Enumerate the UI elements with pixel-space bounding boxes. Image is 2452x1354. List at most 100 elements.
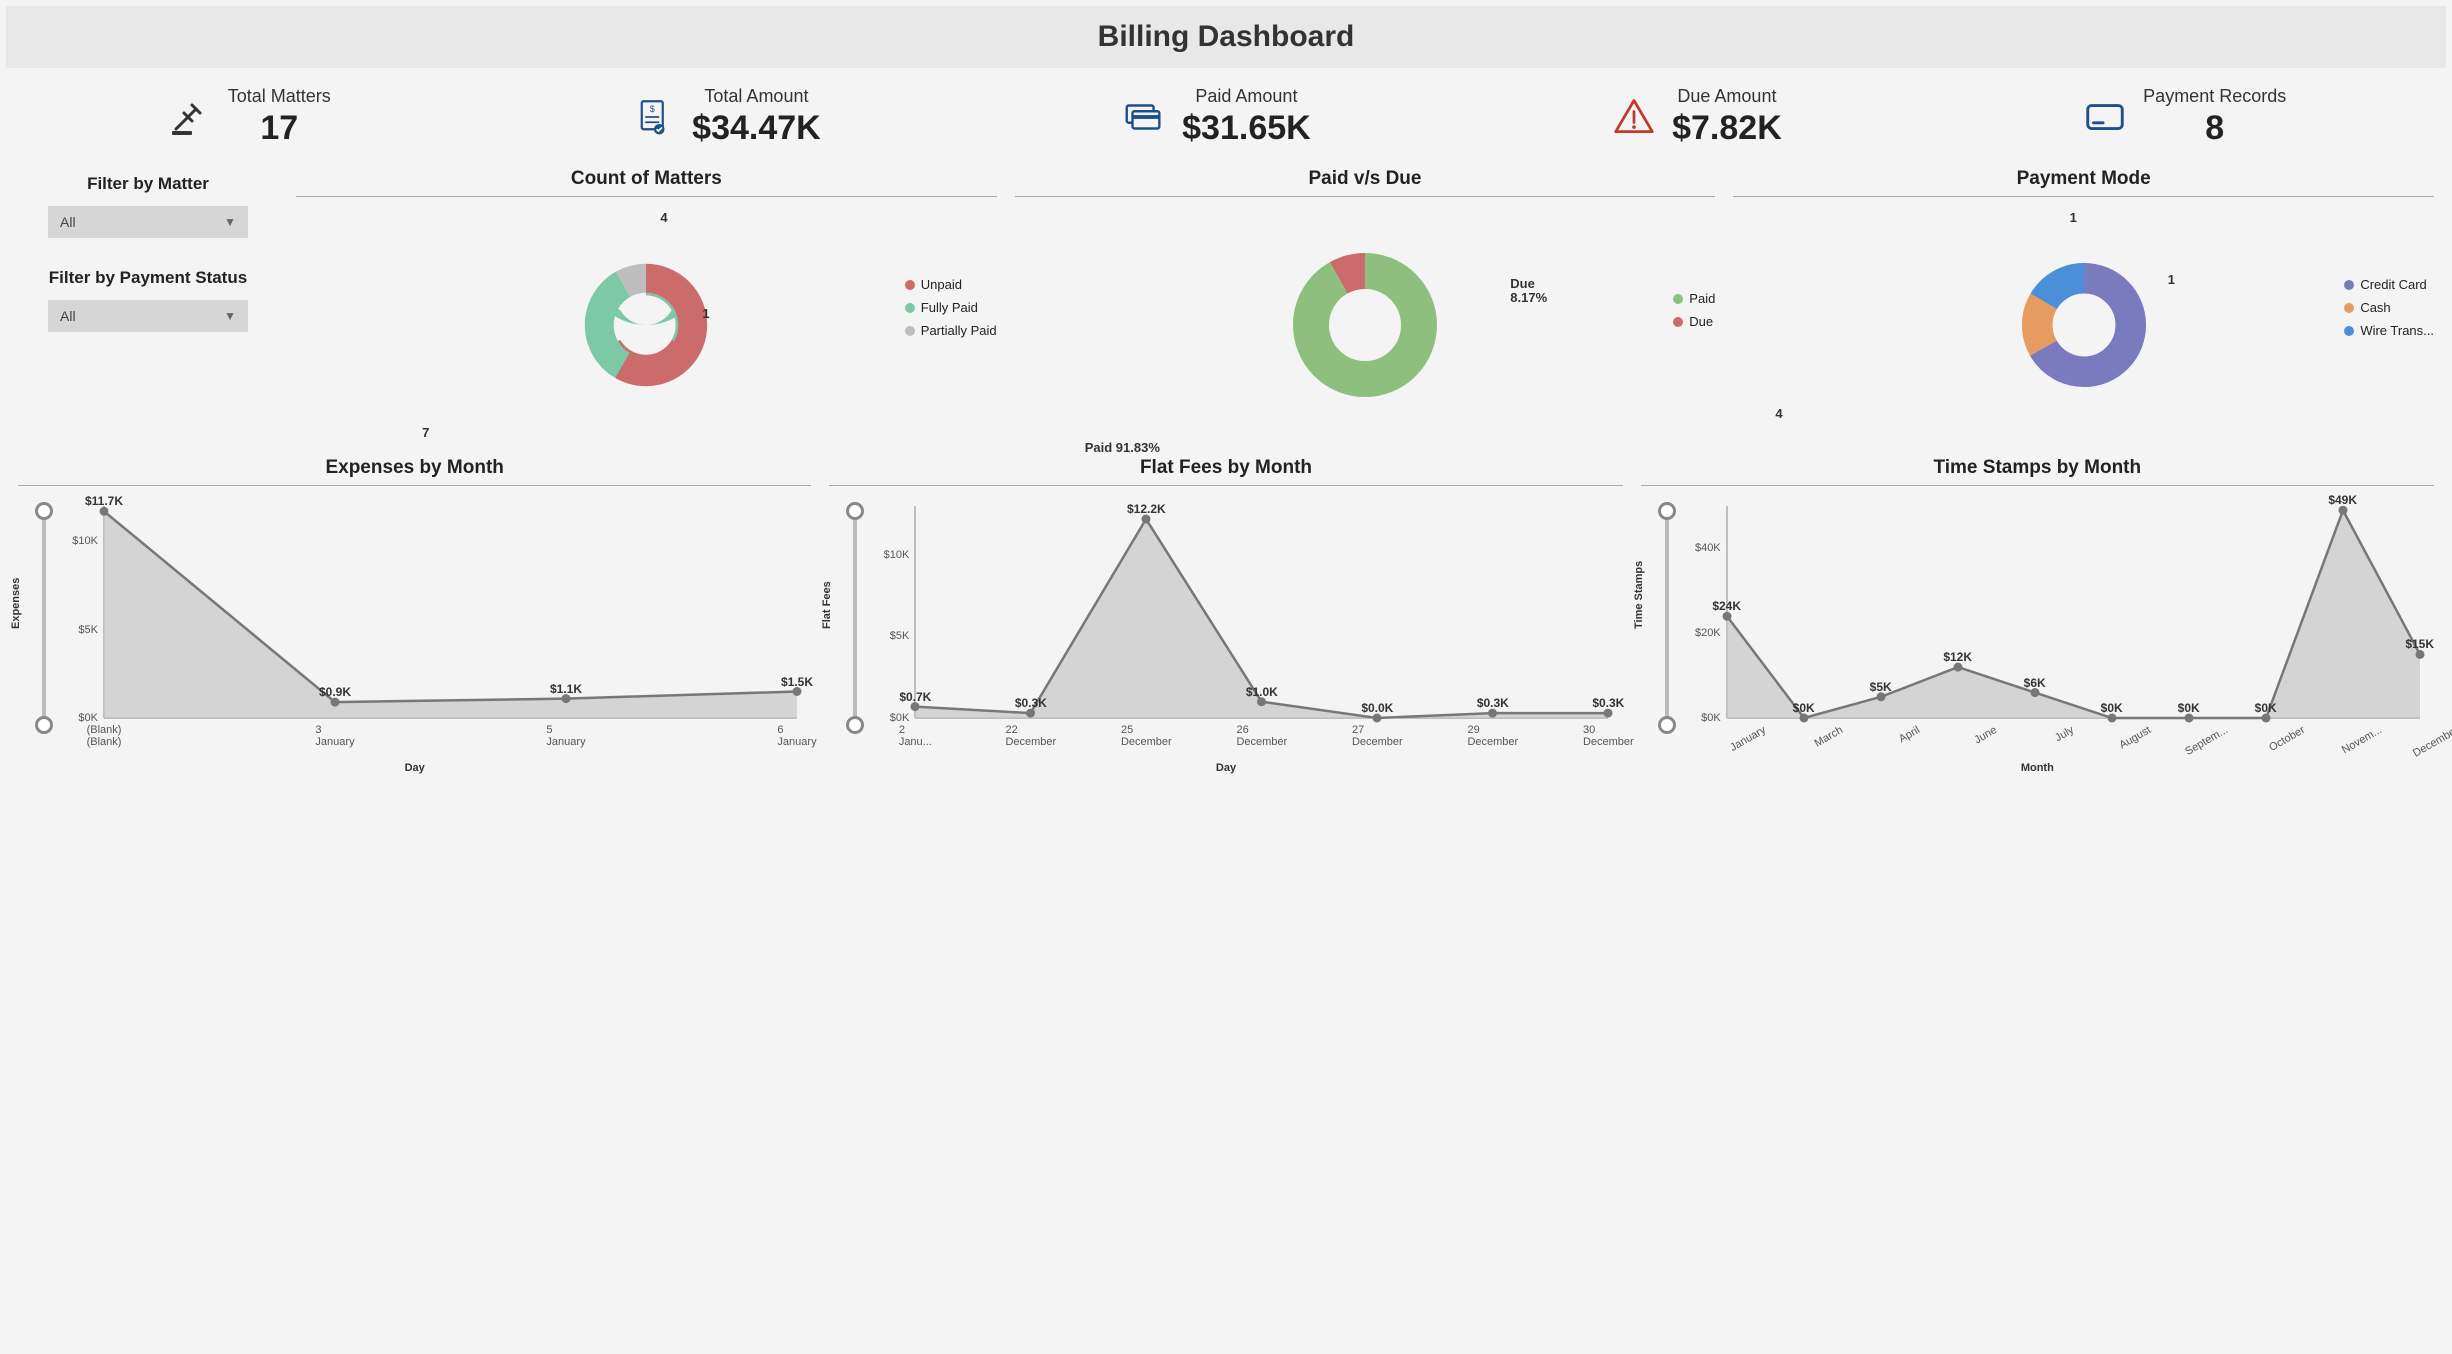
x-tick: 26December [1236, 724, 1287, 748]
area-plot [1641, 494, 2434, 764]
data-label: $15K [2405, 638, 2434, 652]
data-label: $0.3K [1592, 696, 1624, 710]
data-label: $6K [2024, 676, 2046, 690]
kpi-due-amount: Due Amount $7.82K [1610, 86, 1782, 148]
area-plot [18, 494, 811, 764]
kpi-label: Payment Records [2143, 86, 2286, 107]
chart-payment-mode[interactable]: Payment Mode 1 1 4 Credit Card Cash Wire… [1733, 168, 2434, 445]
x-tick: 27December [1352, 724, 1403, 748]
kpi-paid-amount: Paid Amount $31.65K [1120, 86, 1311, 148]
kpi-value: 17 [228, 109, 331, 148]
x-tick: 29December [1467, 724, 1518, 748]
kpi-payment-records: Payment Records 8 [2081, 86, 2286, 148]
filter-status-select[interactable]: All ▼ [48, 300, 248, 332]
kpi-label: Total Matters [228, 86, 331, 107]
legend-partially-paid: Partially Paid [905, 323, 997, 338]
donut-label-mode1a: 1 [2070, 210, 2077, 225]
x-tick: 6January [777, 724, 816, 748]
donut-label-due: Due8.17% [1510, 277, 1547, 306]
filter-matter-label: Filter by Matter [18, 174, 278, 194]
chevron-down-icon: ▼ [224, 309, 236, 323]
donut-label-4: 4 [660, 210, 667, 225]
y-tick: $0K [58, 712, 98, 724]
warning-icon [1610, 93, 1658, 141]
chart-time-stamps-by-month[interactable]: Time Stamps by Month Time Stamps $0K$20K… [1641, 457, 2434, 774]
data-label: $12K [1943, 650, 1972, 664]
chart-flat-fees-by-month[interactable]: Flat Fees by Month Flat Fees $0K$5K$10K2… [829, 457, 1622, 774]
chart-title: Payment Mode [1733, 168, 2434, 197]
data-label: $0.3K [1477, 696, 1509, 710]
kpi-total-matters: Total Matters 17 [166, 86, 331, 148]
page-title: Billing Dashboard [6, 6, 2446, 68]
data-label: $0K [2101, 701, 2123, 715]
chart-count-of-matters[interactable]: Count of Matters 4 [296, 168, 997, 445]
x-tick: (Blank)(Blank) [87, 724, 122, 748]
data-label: $5K [1870, 680, 1892, 694]
data-label: $1.1K [550, 682, 582, 696]
filter-matter-select[interactable]: All ▼ [48, 206, 248, 238]
filter-panel: Filter by Matter All ▼ Filter by Payment… [18, 168, 278, 445]
data-label: $0K [1793, 701, 1815, 715]
legend-paid: Paid [1673, 291, 1715, 306]
chart-title: Count of Matters [296, 168, 997, 197]
chevron-down-icon: ▼ [224, 215, 236, 229]
filter-status-value: All [60, 308, 76, 324]
record-card-icon [2081, 93, 2129, 141]
x-tick: 22December [1005, 724, 1056, 748]
data-label: $1.5K [781, 675, 813, 689]
y-tick: $10K [58, 535, 98, 547]
data-label: $1.0K [1246, 685, 1278, 699]
kpi-label: Paid Amount [1182, 86, 1311, 107]
chart-title: Time Stamps by Month [1641, 457, 2434, 486]
data-label: $0K [2178, 701, 2200, 715]
data-label: $0.0K [1361, 701, 1393, 715]
x-tick: 2Janu... [899, 724, 932, 748]
kpi-total-amount: $ Total Amount $34.47K [630, 86, 821, 148]
kpi-value: $7.82K [1672, 109, 1782, 148]
chart-expenses-by-month[interactable]: Expenses by Month Expenses $0K$5K$10K(Bl… [18, 457, 811, 774]
data-label: $0.3K [1015, 696, 1047, 710]
y-tick: $5K [58, 624, 98, 636]
donut-count-matters-overlay [561, 240, 731, 410]
chart-paid-vs-due[interactable]: Paid v/s Due Due8.17% Paid 91.83% Paid D… [1015, 168, 1716, 445]
y-tick: $20K [1681, 627, 1721, 639]
chart-title: Paid v/s Due [1015, 168, 1716, 197]
filter-matter-value: All [60, 214, 76, 230]
y-tick: $0K [1681, 712, 1721, 724]
kpi-value: $31.65K [1182, 109, 1311, 148]
data-label: $0.7K [899, 690, 931, 704]
filter-status-label: Filter by Payment Status [18, 268, 278, 288]
gavel-icon [166, 93, 214, 141]
legend-fully-paid: Fully Paid [905, 300, 997, 315]
x-tick: 30December [1583, 724, 1634, 748]
x-tick: 3January [315, 724, 354, 748]
donut-payment-mode [1999, 240, 2169, 410]
y-tick: $10K [869, 549, 909, 561]
y-tick: $5K [869, 630, 909, 642]
donut-label-1: 1 [702, 306, 709, 321]
invoice-icon: $ [630, 93, 678, 141]
kpi-row: Total Matters 17 $ Total Amount $34.47K … [6, 80, 2446, 168]
data-label: $0K [2255, 701, 2277, 715]
x-tick: 25December [1121, 724, 1172, 748]
legend-wire: Wire Trans... [2344, 323, 2434, 338]
kpi-label: Due Amount [1672, 86, 1782, 107]
y-tick: $0K [869, 712, 909, 724]
chart-title: Flat Fees by Month [829, 457, 1622, 486]
data-label: $11.7K [85, 494, 123, 508]
kpi-value: 8 [2143, 109, 2286, 148]
data-label: $24K [1712, 599, 1741, 613]
x-tick: 5January [546, 724, 585, 748]
donut-label-mode4: 4 [1775, 406, 1782, 421]
donut-label-7: 7 [422, 425, 429, 440]
legend-credit-card: Credit Card [2344, 277, 2434, 292]
donut-paid-due [1275, 235, 1455, 415]
donut-label-mode1b: 1 [2168, 272, 2175, 287]
data-label: $0.9K [319, 685, 351, 699]
card-icon [1120, 93, 1168, 141]
legend-due: Due [1673, 314, 1715, 329]
kpi-label: Total Amount [692, 86, 821, 107]
donut-label-paid: Paid 91.83% [1085, 440, 1160, 455]
data-label: $12.2K [1127, 502, 1166, 516]
legend-unpaid: Unpaid [905, 277, 997, 292]
